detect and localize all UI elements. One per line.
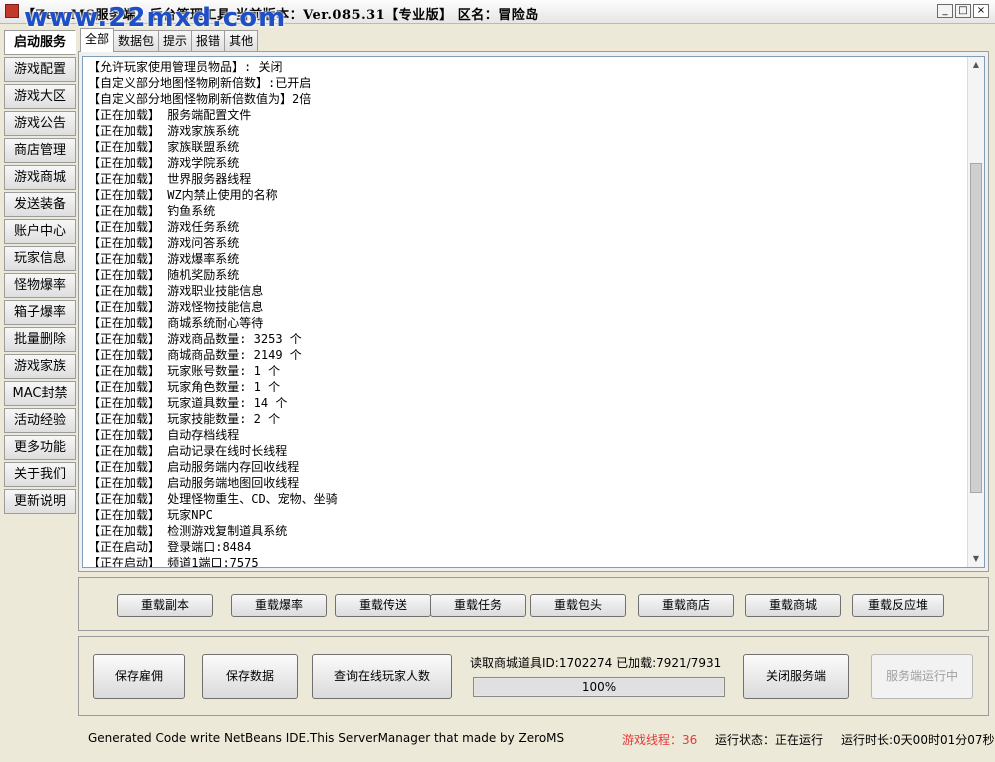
load-progress-bar: 100% [473, 677, 725, 697]
log-line: 【正在加载】 处理怪物重生、CD、宠物、坐骑 [88, 492, 338, 506]
sidebar-item-game-config[interactable]: 游戏配置 [4, 57, 76, 82]
sidebar-item-announcement[interactable]: 游戏公告 [4, 111, 76, 136]
sidebar-item-changelog[interactable]: 更新说明 [4, 489, 76, 514]
log-line: 【正在加载】 商城系统耐心等待 [88, 316, 264, 330]
log-line: 【正在加载】 世界服务器线程 [88, 172, 252, 186]
log-line: 【正在加载】 玩家账号数量: 1 个 [88, 364, 281, 378]
log-line: 【正在加载】 自动存档线程 [88, 428, 240, 442]
sidebar: 启动服务 游戏配置 游戏大区 游戏公告 商店管理 游戏商城 发送装备 账户中心 … [4, 30, 76, 516]
log-line: 【正在加载】 检测游戏复制道具系统 [88, 524, 288, 538]
log-line: 【正在加载】 钓鱼系统 [88, 204, 216, 218]
sidebar-item-box-drop[interactable]: 箱子爆率 [4, 300, 76, 325]
save-data-button[interactable]: 保存数据 [202, 654, 298, 699]
window-controls: _ □ × [937, 4, 989, 18]
game-threads-text: 游戏线程：36 [622, 733, 698, 747]
scroll-thumb[interactable] [970, 163, 982, 493]
sidebar-item-about[interactable]: 关于我们 [4, 462, 76, 487]
load-info-text: 读取商城道具ID:1702274 已加载:7921/7931 [470, 656, 722, 670]
maximize-icon[interactable]: □ [955, 4, 971, 18]
log-line: 【正在加载】 游戏任务系统 [88, 220, 240, 234]
log-line: 【正在加载】 游戏家族系统 [88, 124, 240, 138]
log-line: 【正在加载】 随机奖励系统 [88, 268, 240, 282]
reload-panel: 重载副本 重载爆率 重载传送 重载任务 重载包头 重载商店 重载商城 重载反应堆 [78, 577, 989, 631]
sidebar-item-start-service[interactable]: 启动服务 [4, 30, 76, 55]
tab-all[interactable]: 全部 [80, 28, 115, 52]
log-line: 【自定义部分地图怪物刷新倍数】:已开启 [88, 76, 312, 90]
sidebar-item-guild[interactable]: 游戏家族 [4, 354, 76, 379]
log-line: 【正在加载】 游戏怪物技能信息 [88, 300, 264, 314]
log-line: 【正在加载】 游戏职业技能信息 [88, 284, 264, 298]
sidebar-item-game-region[interactable]: 游戏大区 [4, 84, 76, 109]
log-scrollbar[interactable]: ▲ ▼ [967, 57, 984, 567]
log-line: 【自定义部分地图怪物刷新倍数值为】2倍 [88, 92, 312, 106]
progress-text: 100% [581, 680, 617, 694]
sidebar-item-cash-shop[interactable]: 游戏商城 [4, 165, 76, 190]
tab-errors[interactable]: 报错 [191, 30, 226, 52]
log-line: 【允许玩家使用管理员物品】: 关闭 [88, 60, 283, 74]
log-tabs: 全部 数据包 提示 报错 其他 [80, 28, 259, 52]
log-line: 【正在加载】 启动记录在线时长线程 [88, 444, 288, 458]
watermark-text: www.22mxd.com [24, 3, 287, 33]
log-line: 【正在加载】 游戏爆率系统 [88, 252, 240, 266]
run-state-text: 运行状态：正在运行 [715, 733, 824, 747]
log-panel: 【允许玩家使用管理员物品】: 关闭【自定义部分地图怪物刷新倍数】:已开启 【自定义… [78, 51, 989, 572]
save-hire-button[interactable]: 保存雇佣 [93, 654, 185, 699]
tab-packets[interactable]: 数据包 [113, 30, 160, 52]
reload-drop-rate-button[interactable]: 重载爆率 [231, 594, 327, 617]
sidebar-item-shop-management[interactable]: 商店管理 [4, 138, 76, 163]
log-line: 【正在启动】 频道1端口:7575 [88, 556, 259, 568]
log-line: 【正在加载】 服务端配置文件 [88, 108, 252, 122]
server-running-button: 服务端运行中 [871, 654, 973, 699]
sidebar-item-more-features[interactable]: 更多功能 [4, 435, 76, 460]
sidebar-item-batch-delete[interactable]: 批量删除 [4, 327, 76, 352]
log-line: 【正在加载】 启动服务端地图回收线程 [88, 476, 300, 490]
log-line: 【正在加载】 玩家NPC [88, 508, 213, 522]
scroll-down-icon[interactable]: ▼ [969, 552, 983, 566]
reload-cash-shop-button[interactable]: 重载商城 [745, 594, 841, 617]
status-bar: Generated Code write NetBeans IDE.This S… [0, 725, 995, 753]
sidebar-item-account-center[interactable]: 账户中心 [4, 219, 76, 244]
log-textarea[interactable]: 【允许玩家使用管理员物品】: 关闭【自定义部分地图怪物刷新倍数】:已开启 【自定义… [82, 56, 985, 568]
query-online-button[interactable]: 查询在线玩家人数 [312, 654, 452, 699]
log-line: 【正在加载】 家族联盟系统 [88, 140, 240, 154]
tab-other[interactable]: 其他 [224, 30, 259, 52]
close-server-button[interactable]: 关闭服务端 [743, 654, 849, 699]
log-line: 【正在加载】 玩家角色数量: 1 个 [88, 380, 281, 394]
tab-hints[interactable]: 提示 [158, 30, 193, 52]
scroll-up-icon[interactable]: ▲ [969, 58, 983, 72]
reload-packet-header-button[interactable]: 重载包头 [530, 594, 626, 617]
reload-quest-button[interactable]: 重载任务 [430, 594, 526, 617]
log-line: 【正在加载】 游戏商品数量: 3253 个 [88, 332, 302, 346]
log-line: 【正在加载】 玩家道具数量: 14 个 [88, 396, 288, 410]
reload-portal-button[interactable]: 重载传送 [335, 594, 431, 617]
sidebar-item-mac-ban[interactable]: MAC封禁 [4, 381, 76, 406]
uptime-text: 运行时长:0天00时01分07秒 [841, 733, 995, 747]
reload-shop-button[interactable]: 重载商店 [638, 594, 734, 617]
control-panel: 保存雇佣 保存数据 查询在线玩家人数 读取商城道具ID:1702274 已加载:… [78, 636, 989, 716]
log-line: 【正在加载】 WZ内禁止使用的名称 [88, 188, 278, 202]
log-lines: 【允许玩家使用管理员物品】: 关闭【自定义部分地图怪物刷新倍数】:已开启 【自定义… [88, 59, 338, 568]
reload-reactor-button[interactable]: 重载反应堆 [852, 594, 944, 617]
log-line: 【正在加载】 游戏问答系统 [88, 236, 240, 250]
reload-instance-button[interactable]: 重载副本 [117, 594, 213, 617]
app-icon [5, 4, 19, 18]
log-line: 【正在加载】 商城商品数量: 2149 个 [88, 348, 302, 362]
sidebar-item-send-equipment[interactable]: 发送装备 [4, 192, 76, 217]
sidebar-item-player-info[interactable]: 玩家信息 [4, 246, 76, 271]
sidebar-item-monster-drop[interactable]: 怪物爆率 [4, 273, 76, 298]
log-line: 【正在加载】 玩家技能数量: 2 个 [88, 412, 281, 426]
log-line: 【正在启动】 登录端口:8484 [88, 540, 252, 554]
generated-by-text: Generated Code write NetBeans IDE.This S… [88, 731, 565, 745]
sidebar-item-event-exp[interactable]: 活动经验 [4, 408, 76, 433]
minimize-icon[interactable]: _ [937, 4, 953, 18]
log-line: 【正在加载】 启动服务端内存回收线程 [88, 460, 300, 474]
title-bar: 【ZeroMS服务端】后台管理工具 当前版本：Ver.085.31【专业版】 区… [0, 0, 995, 33]
close-icon[interactable]: × [973, 4, 989, 18]
log-line: 【正在加载】 游戏学院系统 [88, 156, 240, 170]
